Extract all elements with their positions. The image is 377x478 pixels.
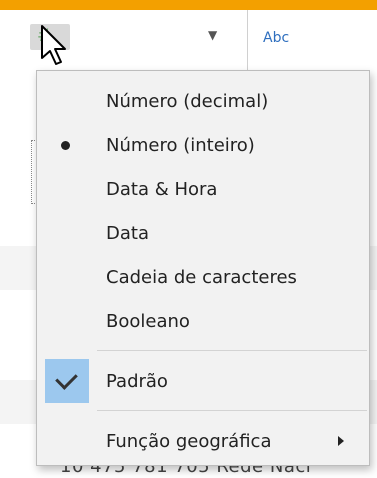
menu-item-funcao-geografica[interactable]: Função geográfica — [37, 419, 369, 463]
menu-item-padrao[interactable]: Padrão — [37, 359, 369, 403]
menu-item-label: Cadeia de caracteres — [106, 266, 297, 288]
string-type-label[interactable]: Abc — [263, 30, 289, 46]
menu-item-label: Data & Hora — [106, 178, 218, 200]
checked-highlight — [45, 359, 89, 403]
caret-down-icon[interactable]: ▼ — [208, 28, 217, 42]
selected-bullet-icon — [61, 140, 70, 150]
menu-item-label: Padrão — [106, 370, 168, 392]
submenu-arrow-icon — [338, 436, 344, 446]
menu-item-label: Número (decimal) — [106, 90, 269, 112]
menu-item-booleano[interactable]: Booleano — [37, 299, 369, 343]
menu-item-label: Número (inteiro) — [106, 134, 255, 156]
mouse-pointer-icon — [41, 25, 66, 65]
menu-item-label: Data — [106, 222, 149, 244]
checkmark-icon — [55, 367, 78, 390]
menu-item-cadeia-caracteres[interactable]: Cadeia de caracteres — [37, 255, 369, 299]
menu-item-label: Função geográfica — [106, 430, 272, 452]
menu-separator — [97, 410, 367, 411]
menu-item-label: Booleano — [106, 310, 190, 332]
menu-separator — [97, 350, 367, 351]
data-type-menu: Número (decimal) Número (inteiro) Data &… — [36, 70, 370, 466]
screen: # ▼ Abc 10 475 781 705 Rede Naci Número … — [0, 0, 377, 478]
menu-item-data[interactable]: Data — [37, 211, 369, 255]
menu-item-numero-inteiro[interactable]: Número (inteiro) — [37, 123, 369, 167]
header-accent-bar — [0, 0, 377, 10]
menu-item-numero-decimal[interactable]: Número (decimal) — [37, 79, 369, 123]
column-divider — [247, 10, 248, 70]
menu-item-data-hora[interactable]: Data & Hora — [37, 167, 369, 211]
